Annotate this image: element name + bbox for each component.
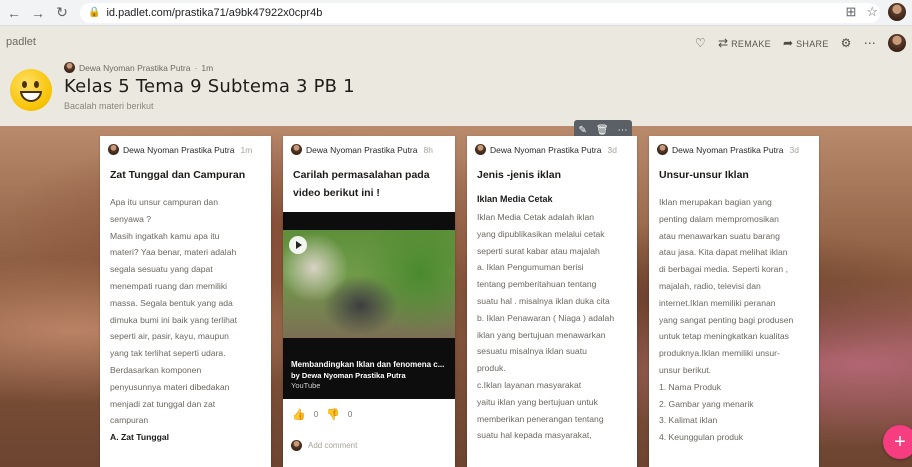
play-icon[interactable] <box>289 236 307 254</box>
plus-icon: + <box>894 430 906 453</box>
add-post-button[interactable]: + <box>883 425 912 459</box>
forward-icon[interactable]: → <box>28 3 48 23</box>
share-page-icon[interactable]: ⊞ <box>845 4 856 20</box>
author-avatar <box>657 144 668 155</box>
post-body: Iklan Media Cetak adalah iklan yang dipu… <box>477 212 615 441</box>
lock-icon: 🔒 <box>88 7 101 18</box>
comment-field[interactable]: Add comment <box>291 440 357 451</box>
post-author: Dewa Nyoman Prastika Putra 3d <box>475 144 617 155</box>
post-title: Jenis -jenis iklan <box>477 169 562 181</box>
board-subtitle: Bacalah materi berikut <box>64 101 154 111</box>
post-author: Dewa Nyoman Prastika Putra 3d <box>657 144 799 155</box>
more-icon[interactable]: ⋯ <box>864 36 876 50</box>
post-card[interactable]: Dewa Nyoman Prastika Putra 3d Unsur-unsu… <box>649 136 819 467</box>
board-author: Dewa Nyoman Prastika Putra · 1m <box>64 62 213 73</box>
padlet-logo[interactable]: padlet <box>6 36 36 48</box>
board-actions: ♡ ⇄ REMAKE ➦ SHARE ⚙ ⋯ <box>695 34 906 52</box>
address-bar[interactable]: 🔒 id.padlet.com/prastika71/a9bk47922x0cp… <box>80 2 880 23</box>
like-count: 0 <box>313 410 319 419</box>
profile-avatar[interactable] <box>888 3 906 21</box>
video-title: Membandingkan Iklan dan fenomena c... <box>291 360 445 369</box>
author-avatar <box>64 62 75 73</box>
video-thumbnail[interactable] <box>283 230 455 338</box>
heart-icon[interactable]: ♡ <box>695 36 706 50</box>
thumbs-down-icon[interactable]: 👎 <box>326 408 340 421</box>
remake-icon: ⇄ <box>717 36 729 50</box>
post-body: Iklan merupakan bagian yang penting dala… <box>659 197 794 443</box>
post-title: Zat Tunggal dan Campuran <box>110 169 246 181</box>
reload-icon[interactable]: ↻ <box>52 3 72 23</box>
board-title: Kelas 5 Tema 9 Subtema 3 PB 1 <box>64 76 355 97</box>
author-avatar <box>108 144 119 155</box>
remake-button[interactable]: ⇄ REMAKE <box>718 36 771 50</box>
share-button[interactable]: ➦ SHARE <box>783 36 829 50</box>
post-body: Apa itu unsur campuran dan senyawa ? Mas… <box>110 197 238 443</box>
author-avatar <box>475 144 486 155</box>
post-reactions: 👍 0 👎 0 <box>292 408 352 421</box>
commenter-avatar <box>291 440 302 451</box>
url-text: id.padlet.com/prastika71/a9bk47922x0cpr4… <box>106 6 323 19</box>
user-avatar[interactable] <box>888 34 906 52</box>
post-title: Carilah permasalahan pada video berikut … <box>293 169 430 199</box>
post-card[interactable]: Dewa Nyoman Prastika Putra 1m Zat Tungga… <box>100 136 271 467</box>
post-title: Unsur-unsur Iklan <box>659 169 749 181</box>
more-icon[interactable]: ⋯ <box>618 125 628 136</box>
post-author: Dewa Nyoman Prastika Putra 8h <box>291 144 433 155</box>
post-subtitle: Iklan Media Cetak <box>477 194 553 204</box>
author-avatar <box>291 144 302 155</box>
trash-icon[interactable]: 🗑 <box>596 125 609 136</box>
share-icon: ➦ <box>782 36 794 50</box>
post-card[interactable]: Dewa Nyoman Prastika Putra 8h Carilah pe… <box>283 136 455 467</box>
post-author: Dewa Nyoman Prastika Putra 1m <box>108 144 252 155</box>
browser-toolbar: ← → ↻ 🔒 id.padlet.com/prastika71/a9bk479… <box>0 0 912 26</box>
padlet-header: padlet ♡ ⇄ REMAKE ➦ SHARE ⚙ ⋯ Dewa Nyoma… <box>0 26 912 126</box>
thumbs-up-icon[interactable]: 👍 <box>292 408 306 421</box>
video-attachment[interactable]: Membandingkan Iklan dan fenomena c... by… <box>283 212 455 399</box>
back-icon[interactable]: ← <box>4 3 24 23</box>
star-icon[interactable]: ☆ <box>866 4 878 20</box>
gear-icon[interactable]: ⚙ <box>841 36 852 50</box>
video-source: YouTube <box>291 381 321 390</box>
edit-icon[interactable]: ✎ <box>578 125 586 136</box>
post-card[interactable]: Dewa Nyoman Prastika Putra 3d Jenis -jen… <box>467 136 637 467</box>
video-author: by Dewa Nyoman Prastika Putra <box>291 371 406 380</box>
dislike-count: 0 <box>347 410 353 419</box>
board-emoji-icon <box>10 69 52 111</box>
